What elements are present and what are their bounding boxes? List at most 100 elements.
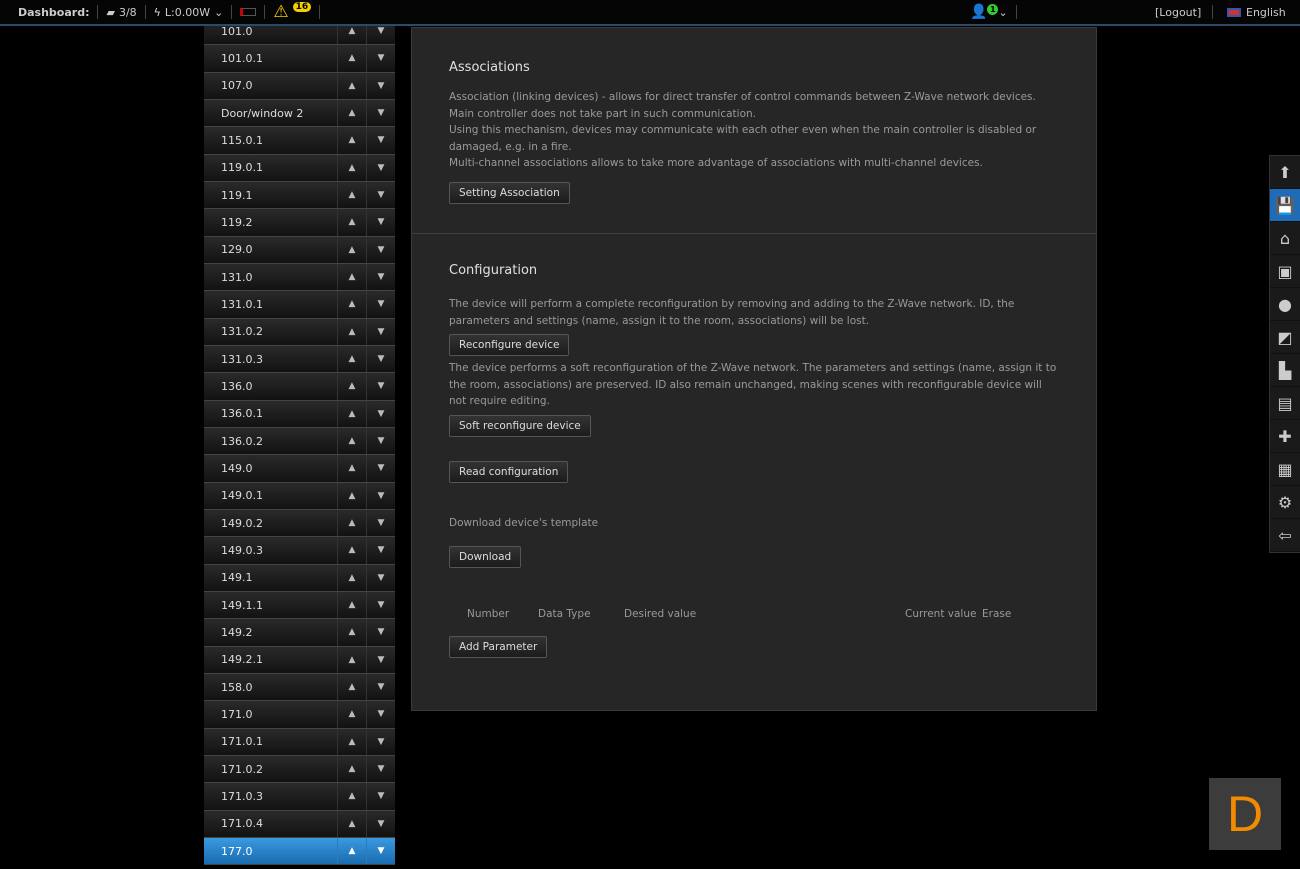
device-list-item[interactable]: 171.0.3 ▲ ▼ xyxy=(204,783,395,811)
move-down-icon[interactable]: ▼ xyxy=(366,619,395,646)
move-up-icon[interactable]: ▲ xyxy=(337,810,366,837)
move-down-icon[interactable]: ▼ xyxy=(366,263,395,291)
soft-reconfigure-button[interactable]: Soft reconfigure device xyxy=(449,414,591,437)
device-list-item[interactable]: 149.1.1 ▲ ▼ xyxy=(204,591,395,620)
add-parameter-button[interactable]: Add Parameter xyxy=(449,636,548,658)
device-list-item[interactable]: 136.0 ▲ ▼ xyxy=(204,373,395,401)
move-down-icon[interactable]: ▼ xyxy=(366,345,395,373)
move-down-icon[interactable]: ▼ xyxy=(366,236,395,263)
save-icon[interactable]: 💾 xyxy=(1270,189,1300,222)
move-down-icon[interactable]: ▼ xyxy=(366,728,395,755)
device-list-item[interactable]: 119.0.1 ▲ ▼ xyxy=(204,154,395,182)
move-up-icon[interactable]: ▲ xyxy=(337,373,366,400)
device-list-item[interactable]: 131.0.3 ▲ ▼ xyxy=(204,345,395,374)
device-list-item[interactable]: 149.2.1 ▲ ▼ xyxy=(204,646,395,674)
move-down-icon[interactable]: ▼ xyxy=(366,810,395,837)
move-up-icon[interactable]: ▲ xyxy=(337,482,366,509)
calendar-icon[interactable]: ▦ xyxy=(1270,453,1300,486)
device-list-item[interactable]: 136.0.2 ▲ ▼ xyxy=(204,427,395,456)
move-up-icon[interactable]: ▲ xyxy=(337,755,366,783)
move-up-icon[interactable]: ▲ xyxy=(337,783,366,810)
device-list-item[interactable]: 149.0 ▲ ▼ xyxy=(204,455,395,483)
device-list-item[interactable]: 107.0 ▲ ▼ xyxy=(204,72,395,100)
download-button[interactable]: Download xyxy=(449,546,522,568)
device-list-item[interactable]: 149.1 ▲ ▼ xyxy=(204,564,395,592)
device-list-item[interactable]: 136.0.1 ▲ ▼ xyxy=(204,400,395,428)
device-list-item[interactable]: 149.2 ▲ ▼ xyxy=(204,619,395,647)
device-list-item[interactable]: 171.0 ▲ ▼ xyxy=(204,701,395,729)
move-down-icon[interactable]: ▼ xyxy=(366,127,395,154)
move-down-icon[interactable]: ▼ xyxy=(366,564,395,591)
move-up-icon[interactable]: ▲ xyxy=(337,99,366,127)
move-up-icon[interactable]: ▲ xyxy=(337,154,366,181)
move-up-icon[interactable]: ▲ xyxy=(337,72,366,99)
move-up-icon[interactable]: ▲ xyxy=(337,455,366,482)
move-up-icon[interactable]: ▲ xyxy=(337,591,366,619)
move-down-icon[interactable]: ▼ xyxy=(366,783,395,810)
move-down-icon[interactable]: ▼ xyxy=(366,646,395,673)
move-down-icon[interactable]: ▼ xyxy=(366,154,395,181)
device-list-item[interactable]: 149.0.1 ▲ ▼ xyxy=(204,482,395,510)
move-down-icon[interactable]: ▼ xyxy=(366,455,395,482)
move-up-icon[interactable]: ▲ xyxy=(337,209,366,236)
logout-icon[interactable]: ⇦ xyxy=(1270,519,1300,552)
device-list-item[interactable]: 101.0.1 ▲ ▼ xyxy=(204,45,395,73)
move-up-icon[interactable]: ▲ xyxy=(337,564,366,591)
move-down-icon[interactable]: ▼ xyxy=(366,591,395,619)
chart-icon[interactable]: ▙ xyxy=(1270,354,1300,387)
setting-association-button[interactable]: Setting Association xyxy=(449,181,570,204)
move-down-icon[interactable]: ▼ xyxy=(366,291,395,318)
device-list-item[interactable]: 115.0.1 ▲ ▼ xyxy=(204,127,395,155)
move-down-icon[interactable]: ▼ xyxy=(366,45,395,72)
device-list-item[interactable]: 131.0.2 ▲ ▼ xyxy=(204,318,395,346)
power-status[interactable]: ϟ L:0.00W ⌄ xyxy=(146,5,233,19)
device-list-item[interactable]: 171.0.1 ▲ ▼ xyxy=(204,728,395,756)
move-down-icon[interactable]: ▼ xyxy=(366,318,395,345)
device-list-item[interactable]: 129.0 ▲ ▼ xyxy=(204,236,395,264)
move-down-icon[interactable]: ▼ xyxy=(366,537,395,564)
move-down-icon[interactable]: ▼ xyxy=(366,427,395,455)
device-list-item[interactable]: 119.1 ▲ ▼ xyxy=(204,181,395,210)
device-list-item[interactable]: 149.0.3 ▲ ▼ xyxy=(204,537,395,565)
move-up-icon[interactable]: ▲ xyxy=(337,701,366,728)
move-down-icon[interactable]: ▼ xyxy=(366,509,395,537)
user-menu[interactable]: 👤 1 ⌄ xyxy=(970,3,1017,20)
alerts[interactable]: ⚠ 16 xyxy=(265,2,321,22)
move-up-icon[interactable]: ▲ xyxy=(337,127,366,154)
move-up-icon[interactable]: ▲ xyxy=(337,400,366,427)
language-select[interactable]: English xyxy=(1212,5,1286,19)
device-list-item[interactable]: 131.0.1 ▲ ▼ xyxy=(204,291,395,319)
battery-status[interactable] xyxy=(232,5,266,19)
move-up-icon[interactable]: ▲ xyxy=(337,646,366,673)
move-up-icon[interactable]: ▲ xyxy=(337,291,366,318)
box-icon[interactable]: ▤ xyxy=(1270,387,1300,420)
move-up-icon[interactable]: ▲ xyxy=(337,837,366,865)
move-up-icon[interactable]: ▲ xyxy=(337,236,366,263)
move-up-icon[interactable]: ▲ xyxy=(337,537,366,564)
move-up-icon[interactable]: ▲ xyxy=(337,181,366,209)
devices-status[interactable]: ▰ 3/8 xyxy=(98,5,146,19)
move-down-icon[interactable]: ▼ xyxy=(366,482,395,509)
device-list-item[interactable]: Door/window 2 ▲ ▼ xyxy=(204,99,395,128)
device-list-item[interactable]: 119.2 ▲ ▼ xyxy=(204,209,395,237)
move-up-icon[interactable]: ▲ xyxy=(337,318,366,345)
move-down-icon[interactable]: ▼ xyxy=(366,701,395,728)
move-up-icon[interactable]: ▲ xyxy=(337,619,366,646)
move-up-icon[interactable]: ▲ xyxy=(337,427,366,455)
settings-icon[interactable]: ⚙ xyxy=(1270,486,1300,519)
move-down-icon[interactable]: ▼ xyxy=(366,373,395,400)
device-list-item[interactable]: 131.0 ▲ ▼ xyxy=(204,263,395,292)
rooms-icon[interactable]: ▣ xyxy=(1270,255,1300,288)
move-down-icon[interactable]: ▼ xyxy=(366,209,395,236)
device-list-item[interactable]: 171.0.4 ▲ ▼ xyxy=(204,810,395,838)
bulb-icon[interactable]: ● xyxy=(1270,288,1300,321)
move-down-icon[interactable]: ▼ xyxy=(366,400,395,427)
move-down-icon[interactable]: ▼ xyxy=(366,673,395,701)
move-up-icon[interactable]: ▲ xyxy=(337,345,366,373)
move-down-icon[interactable]: ▼ xyxy=(366,181,395,209)
device-list-item[interactable]: 177.0 ▲ ▼ xyxy=(204,837,395,866)
move-up-icon[interactable]: ▲ xyxy=(337,509,366,537)
arrow-up-icon[interactable]: ⬆ xyxy=(1270,156,1300,189)
puzzle-icon[interactable]: ✚ xyxy=(1270,420,1300,453)
device-list-item[interactable]: 158.0 ▲ ▼ xyxy=(204,673,395,702)
